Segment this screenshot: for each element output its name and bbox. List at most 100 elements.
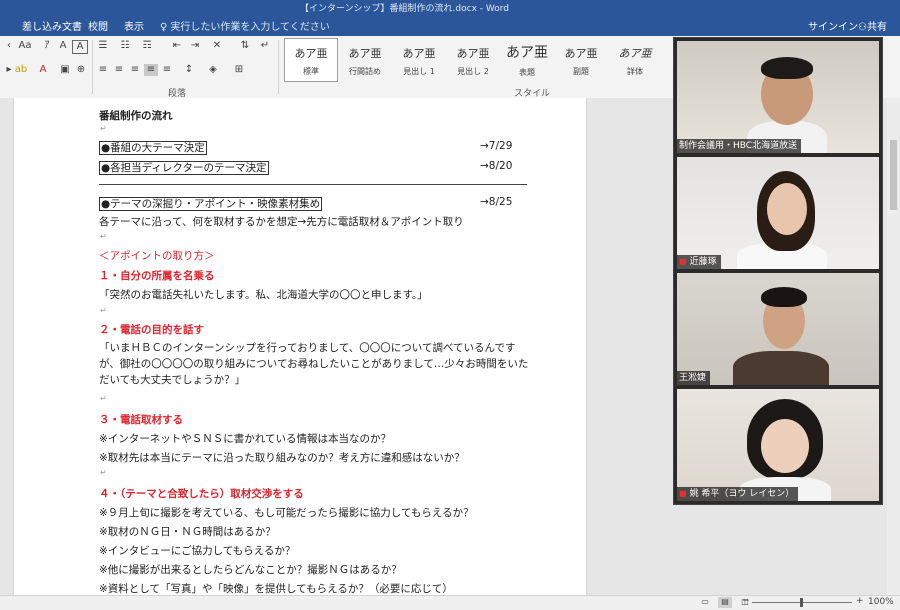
doc-item-date: →8/25 [480, 196, 513, 208]
doc-item: ●番組の大テーマ決定 [99, 141, 207, 155]
step-line: ※資料として「写真」や「映像」を提供してもらえるか？（必要に応じて） [99, 583, 453, 595]
style-name: 標準 [303, 67, 319, 76]
style-sample: あア亜 [348, 47, 382, 60]
font-size-icon[interactable]: ‹ [2, 40, 16, 52]
participant-name: 制作会議用・HBC北海道放送 [677, 139, 802, 153]
decrease-indent-icon[interactable]: ⇤ [170, 40, 184, 52]
multilevel-list-icon[interactable]: ☶ [140, 40, 154, 52]
doc-heading: 番組制作の流れ [99, 110, 173, 122]
align-center-icon[interactable]: ≡ [112, 64, 126, 76]
show-marks-icon[interactable]: ↵ [258, 40, 272, 52]
distributed-icon[interactable]: ≡ [160, 64, 174, 76]
style-no-spacing[interactable]: あア亜 行間詰め [338, 38, 392, 82]
share-button[interactable]: ⚇共有 [858, 18, 887, 33]
align-right-icon[interactable]: ≡ [128, 64, 142, 76]
phonetic-guide-icon[interactable]: ｱ [40, 40, 54, 52]
line-spacing-icon[interactable]: ↕ [182, 64, 196, 76]
step-line: ※９月上旬に撮影を考えている、もし可能だったら撮影に協力してもらえるか？ [99, 507, 474, 519]
change-case-icon[interactable]: Aa [18, 40, 32, 52]
tell-me-placeholder: 実行したい作業を入力してください [170, 22, 330, 33]
paragraph-mark: ↵ [100, 232, 107, 241]
enclose-char-icon[interactable]: ⊕ [74, 64, 88, 76]
highlighter-icon[interactable]: ab [14, 64, 28, 76]
align-left-icon[interactable]: ≡ [96, 64, 110, 76]
style-heading-1[interactable]: あア亜 見出し 1 [392, 38, 446, 82]
bullets-icon[interactable]: ☰ [96, 40, 110, 52]
step-line: ※インタビューにご協力してもらえるか？ [99, 545, 296, 557]
doc-item-description: 各テーマに沿って、何を取材するかを想定→先方に電話取材＆アポイント取り [99, 216, 464, 228]
signin-link[interactable]: サインイン [808, 18, 858, 33]
borders-icon[interactable]: ⊞ [232, 64, 246, 76]
doc-item-date: →7/29 [480, 140, 513, 152]
lightbulb-icon: ♀ [160, 22, 168, 33]
increase-indent-icon[interactable]: ⇥ [188, 40, 202, 52]
zoom-out-icon[interactable]: − [742, 596, 750, 606]
char-border-icon[interactable]: A [72, 40, 88, 54]
clear-format-icon[interactable]: A [56, 40, 70, 52]
tab-view[interactable]: 表示 [124, 18, 144, 33]
participant-name: 王淞婕 [677, 371, 711, 385]
step-line: ※インターネットやＳＮＳに書かれている情報は本当なのか？ [99, 433, 391, 445]
participant-hair [761, 57, 813, 79]
muted-mic-icon: ■ [679, 257, 687, 266]
ribbon-separator [278, 40, 279, 94]
style-subtitle[interactable]: あア亜 副題 [554, 38, 608, 82]
style-name: 見出し 2 [457, 67, 489, 76]
muted-mic-icon: ■ [679, 489, 687, 498]
style-title[interactable]: あア亜 表題 [500, 38, 554, 82]
participant-body [733, 351, 829, 385]
scrollbar-thumb[interactable] [890, 140, 897, 210]
participant-face [767, 183, 807, 235]
ribbon-separator [92, 40, 93, 94]
step-title: １・自分の所属を名乗る [99, 270, 215, 282]
step-line: ※取材先は本当にテーマに沿った取り組みなのか？考え方に違和感はないか？ [99, 452, 465, 464]
zoom-level[interactable]: 100% [868, 597, 894, 607]
step-text: 「突然のお電話失礼いたします。私、北海道大学の〇〇と申します。」 [99, 289, 428, 301]
step-text: 「いまＨＢＣのインターンシップを行っておりまして、〇〇〇について調べているんです… [99, 342, 529, 386]
window-title: 【インターンシップ】番組制作の流れ.docx - Word [300, 4, 510, 14]
zoom-slider-thumb[interactable] [800, 598, 803, 607]
video-tile[interactable]: ■ 近藤琢 [677, 157, 879, 269]
style-subtle[interactable]: あア亜 詳体 [608, 38, 662, 82]
style-name: 詳体 [627, 67, 643, 76]
print-layout-icon[interactable]: ▤ [718, 597, 732, 608]
doc-item-date: →8/20 [480, 160, 513, 172]
style-sample: あア亜 [564, 47, 598, 60]
justify-icon[interactable]: ≡ [144, 64, 158, 76]
asian-layout-icon[interactable]: ✕ [210, 40, 224, 52]
step-title: ４・（テーマと合致したら）取材交渉をする [99, 488, 304, 500]
participant-namebar: ■ 姚 希平（ヨウ レイセン） [677, 487, 799, 501]
participant-face [761, 419, 809, 473]
appoint-title: ＜アポイントの取り方＞ [99, 250, 215, 262]
video-tile[interactable]: 制作会議用・HBC北海道放送 [677, 41, 879, 153]
style-name: 見出し 1 [403, 67, 435, 76]
tab-review[interactable]: 校閲 [88, 18, 108, 33]
style-sample: あア亜 [506, 45, 548, 61]
font-color-icon[interactable]: A [36, 64, 50, 76]
read-mode-icon[interactable]: ▭ [698, 597, 712, 608]
document-page[interactable]: 番組制作の流れ ↵ ●番組の大テーマ決定 →7/29 ●各担当ディレクターのテー… [14, 98, 586, 595]
tell-me-box[interactable]: ♀ 実行したい作業を入力してください [160, 18, 330, 33]
numbering-icon[interactable]: ☷ [118, 40, 132, 52]
horizontal-rule [99, 184, 527, 185]
step-line: ※取材のＮＧ日・ＮＧ時間はあるか？ [99, 526, 276, 538]
participant-namebar: ■ 近藤琢 [677, 255, 721, 269]
paragraph-mark: ↵ [100, 306, 107, 315]
paragraph-mark: ↵ [100, 394, 107, 403]
style-sample: あア亜 [456, 47, 490, 60]
step-title: ３・電話取材する [99, 414, 183, 426]
doc-item: ●各担当ディレクターのテーマ決定 [99, 161, 269, 175]
video-tile[interactable]: 王淞婕 [677, 273, 879, 385]
sort-icon[interactable]: ⇅ [238, 40, 252, 52]
participant-hair [761, 287, 807, 307]
zoom-in-icon[interactable]: + [856, 596, 864, 606]
style-normal[interactable]: あア亜 標準 [284, 38, 338, 82]
participant-name: 姚 希平（ヨウ レイセン） [689, 489, 795, 499]
tab-mailings[interactable]: 差し込み文書 [22, 18, 82, 33]
video-tile[interactable]: ■ 姚 希平（ヨウ レイセン） [677, 389, 879, 501]
shading-icon[interactable]: ◈ [206, 64, 220, 76]
style-heading-2[interactable]: あア亜 見出し 2 [446, 38, 500, 82]
step-line: ※他に撮影が出来るとしたらどんなことか？撮影ＮＧはあるか？ [99, 564, 402, 576]
char-shading-icon[interactable]: ▣ [58, 64, 72, 76]
step-title: ２・電話の目的を話す [99, 324, 204, 336]
